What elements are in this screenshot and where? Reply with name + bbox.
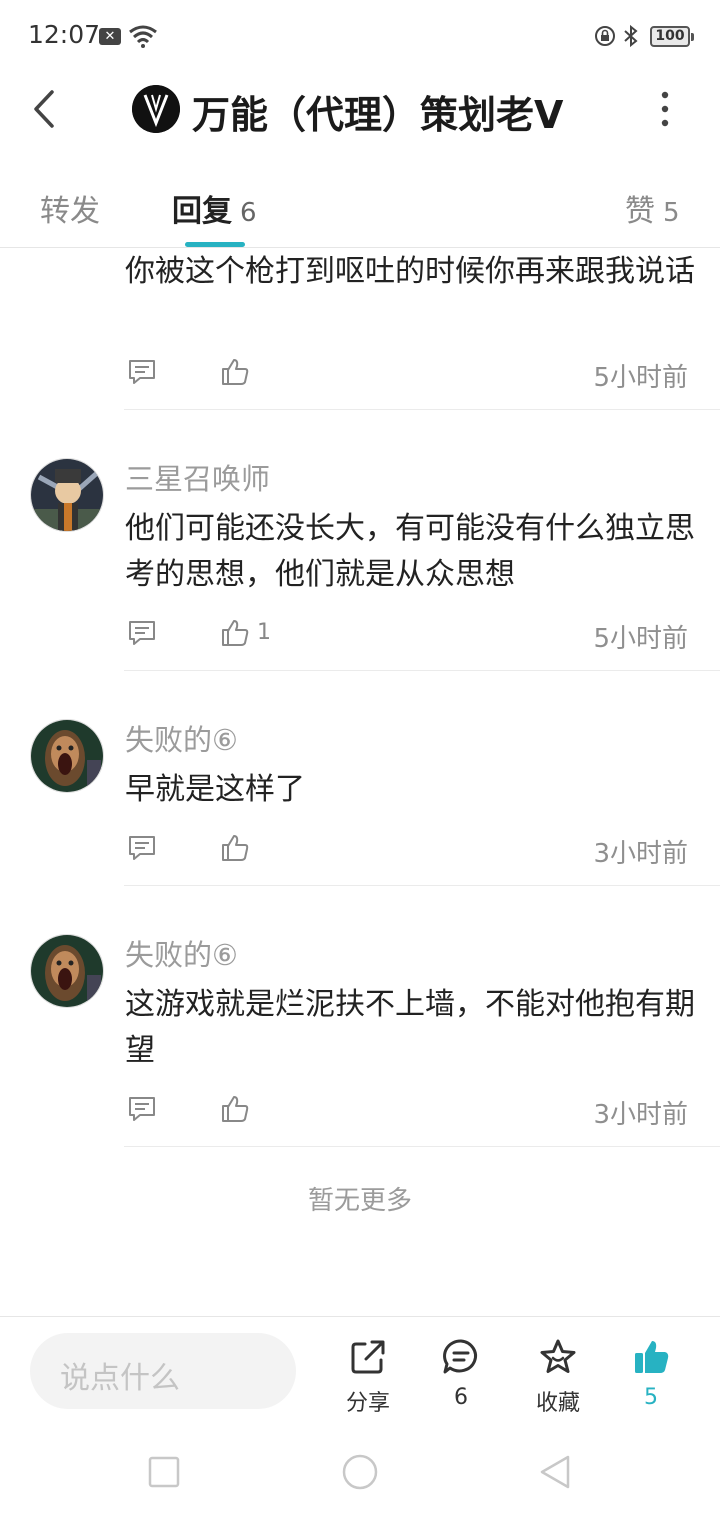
comment-time: 3小时前 bbox=[593, 839, 688, 869]
active-tab-indicator bbox=[185, 242, 245, 247]
favorite-button[interactable]: 收藏 bbox=[518, 1337, 598, 1417]
recent-apps-icon[interactable] bbox=[146, 1454, 182, 1490]
like-icon[interactable] bbox=[220, 357, 250, 387]
system-nav-bar bbox=[0, 1428, 720, 1520]
reply-icon[interactable] bbox=[127, 618, 157, 648]
tab-likes-count: 5 bbox=[663, 198, 680, 228]
like-icon[interactable] bbox=[220, 833, 250, 863]
notification-x-icon: ✕ bbox=[99, 28, 121, 45]
tab-bar: 转发 回复 6 赞5 bbox=[0, 170, 720, 248]
avatar[interactable] bbox=[30, 458, 104, 532]
comment-time: 5小时前 bbox=[593, 363, 688, 393]
tab-reply-count: 6 bbox=[240, 198, 257, 228]
more-options-icon[interactable] bbox=[650, 86, 680, 132]
comment-input[interactable]: 说点什么 bbox=[30, 1333, 296, 1409]
tab-reply-label: 回复 bbox=[172, 194, 232, 229]
reply-icon[interactable] bbox=[127, 1094, 157, 1124]
page-title: 万能（代理）策划老V bbox=[192, 93, 564, 137]
avatar[interactable] bbox=[30, 934, 104, 1008]
thumbs-up-filled-icon bbox=[635, 1341, 669, 1373]
comment-input-placeholder: 说点什么 bbox=[60, 1361, 180, 1396]
comment-content: 这游戏就是烂泥扶不上墙，不能对他抱有期望 bbox=[125, 987, 695, 1068]
comment-time: 3小时前 bbox=[593, 1100, 688, 1130]
comment-content: 你被这个枪打到呕吐的时候你再来跟我说话 bbox=[125, 254, 695, 289]
battery-icon: 100 bbox=[650, 26, 694, 47]
like-count: 1 bbox=[257, 620, 271, 645]
nav-back-icon[interactable] bbox=[536, 1452, 576, 1492]
tab-forward-label: 转发 bbox=[40, 194, 100, 229]
reply-icon[interactable] bbox=[127, 833, 157, 863]
comment-bubble-icon bbox=[443, 1339, 477, 1374]
comment-author[interactable]: 失败的⑥ bbox=[125, 717, 238, 759]
bottom-action-bar: 说点什么 分享 6 收藏 5 bbox=[0, 1316, 720, 1428]
like-count: 5 bbox=[644, 1385, 658, 1410]
tab-likes[interactable]: 赞5 bbox=[625, 186, 680, 230]
bluetooth-icon bbox=[624, 24, 638, 48]
divider bbox=[124, 670, 720, 671]
comment-time: 5小时前 bbox=[593, 624, 688, 654]
comment-content: 他们可能还没长大，有可能没有什么独立思考的思想，他们就是从众思想 bbox=[125, 511, 695, 592]
tab-likes-label: 赞 bbox=[625, 194, 655, 229]
wifi-icon bbox=[129, 25, 157, 48]
comment-author[interactable]: 失败的⑥ bbox=[125, 932, 238, 974]
comment-content: 早就是这样了 bbox=[125, 772, 305, 807]
share-icon bbox=[351, 1340, 385, 1374]
star-icon bbox=[540, 1339, 576, 1373]
divider bbox=[124, 1146, 720, 1147]
like-button[interactable]: 5 bbox=[611, 1337, 691, 1410]
home-icon[interactable] bbox=[340, 1452, 380, 1492]
back-button[interactable] bbox=[22, 84, 66, 134]
share-button[interactable]: 分享 bbox=[328, 1337, 408, 1417]
app-header: 万能（代理）策划老V bbox=[0, 72, 720, 152]
status-time: 12:07 bbox=[28, 20, 101, 49]
divider bbox=[124, 409, 720, 410]
avatar[interactable] bbox=[30, 719, 104, 793]
tab-forward[interactable]: 转发 bbox=[40, 186, 108, 230]
comment-author[interactable]: 三星召唤师 bbox=[125, 456, 270, 498]
favorite-label: 收藏 bbox=[535, 1391, 580, 1416]
comments-button[interactable]: 6 bbox=[421, 1337, 501, 1410]
rotation-lock-icon bbox=[595, 26, 615, 46]
share-label: 分享 bbox=[345, 1391, 390, 1416]
channel-logo-icon bbox=[132, 85, 180, 133]
like-icon[interactable] bbox=[220, 618, 250, 648]
divider bbox=[124, 885, 720, 886]
status-bar: 12:07 ✕ 100 bbox=[0, 0, 720, 72]
like-icon[interactable] bbox=[220, 1094, 250, 1124]
comment-count: 6 bbox=[454, 1385, 468, 1410]
tab-reply[interactable]: 回复 6 bbox=[172, 186, 257, 230]
no-more-text: 暂无更多 bbox=[307, 1186, 412, 1216]
reply-icon[interactable] bbox=[127, 357, 157, 387]
